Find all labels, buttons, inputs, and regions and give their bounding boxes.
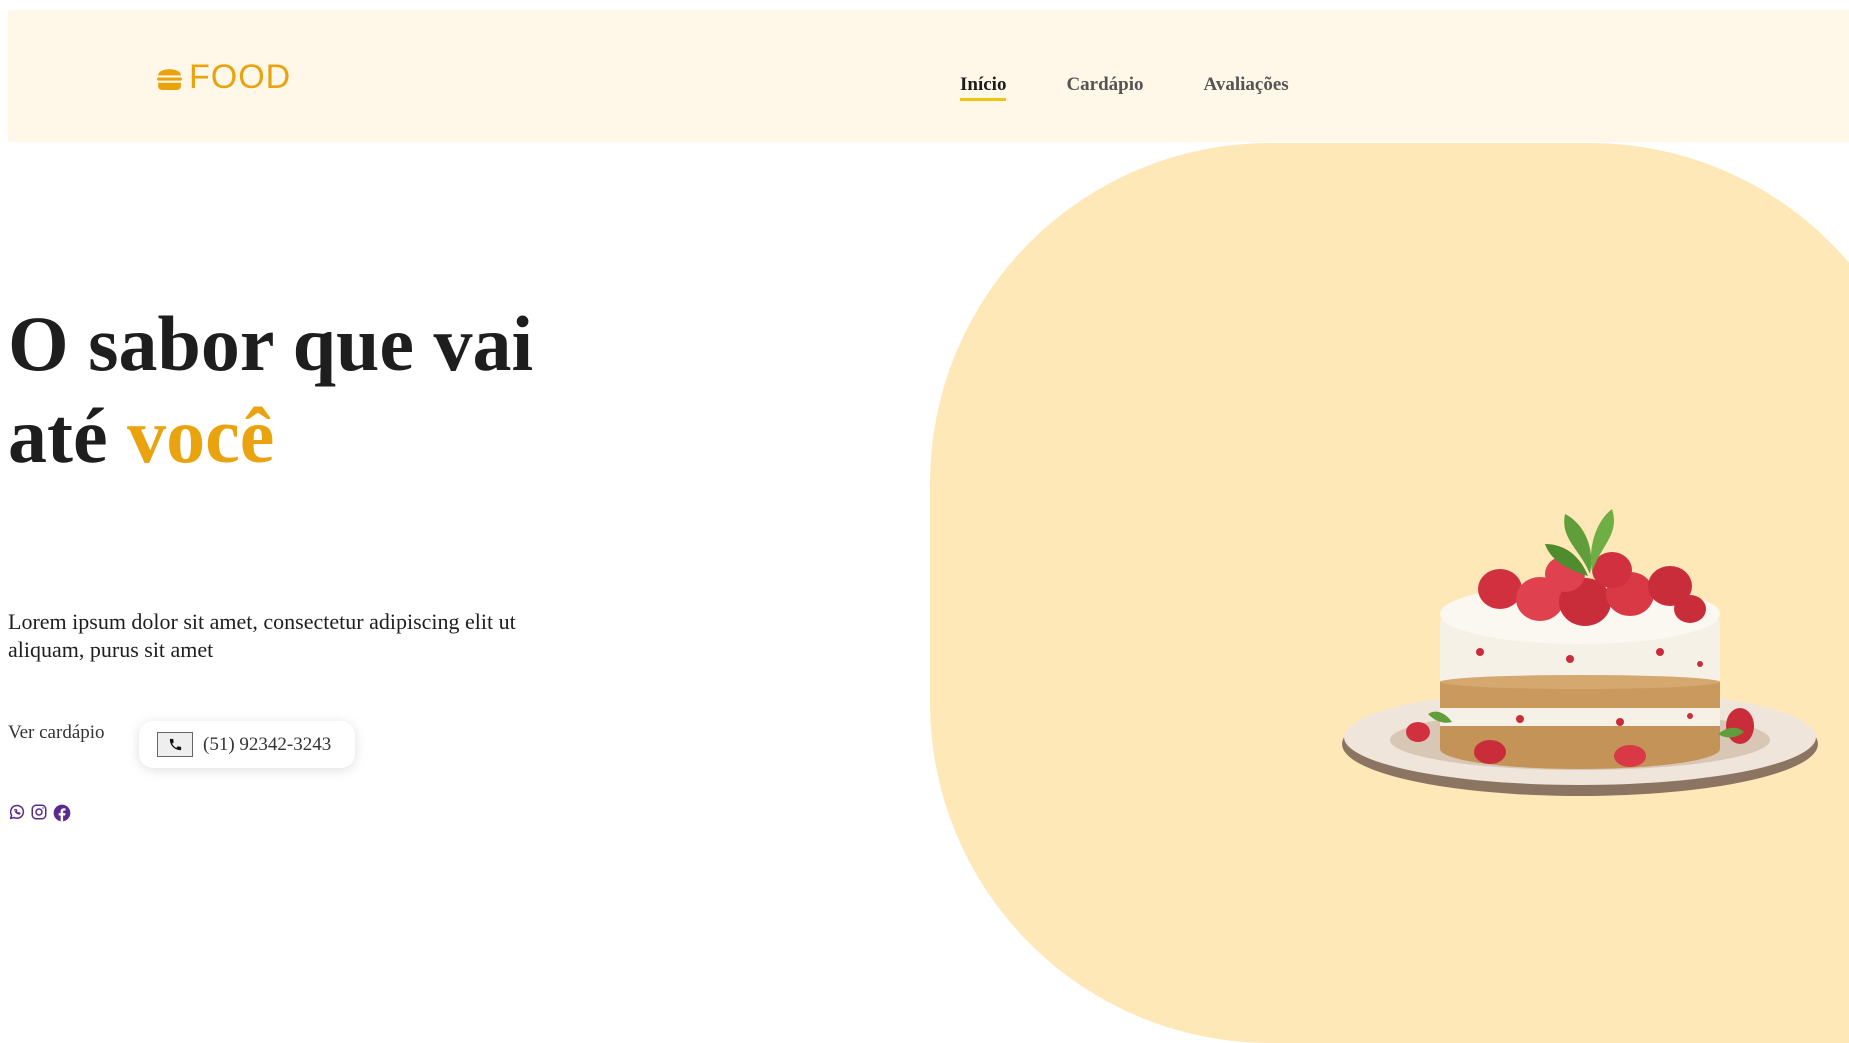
hero-title-accent: você: [127, 392, 275, 479]
nav-item-cardapio[interactable]: Cardápio: [1066, 75, 1143, 98]
strawberry-cake-image: [1342, 509, 1818, 796]
burger-icon: [157, 68, 182, 90]
instagram-link[interactable]: [30, 803, 48, 823]
phone-number: (51) 92342-3243: [203, 733, 332, 755]
phone-icon: [169, 738, 181, 751]
hero-title: O sabor que vai até você: [8, 298, 533, 482]
whatsapp-link[interactable]: [8, 803, 26, 823]
hero-title-prefix: até: [8, 392, 108, 479]
facebook-link[interactable]: [52, 803, 72, 823]
hero-description: Lorem ipsum dolor sit amet, consectetur …: [8, 609, 516, 662]
site-header: FOOD Início Cardápio Avaliações: [8, 10, 1849, 142]
main-nav: Início Cardápio Avaliações: [960, 75, 1289, 101]
nav-item-avaliacoes[interactable]: Avaliações: [1204, 75, 1289, 98]
logo-text: FOOD: [189, 58, 292, 96]
phone-contact: (51) 92342-3243: [139, 721, 355, 768]
facebook-icon: [53, 804, 71, 822]
phone-button[interactable]: [157, 732, 193, 757]
whatsapp-icon: [9, 804, 25, 820]
social-links: [8, 803, 72, 823]
nav-item-inicio[interactable]: Início: [960, 75, 1007, 101]
instagram-icon: [31, 804, 47, 820]
logo[interactable]: FOOD: [156, 60, 291, 94]
hero-title-line1: O sabor que vai: [8, 300, 534, 387]
menu-link[interactable]: Ver cardápio: [8, 722, 105, 744]
